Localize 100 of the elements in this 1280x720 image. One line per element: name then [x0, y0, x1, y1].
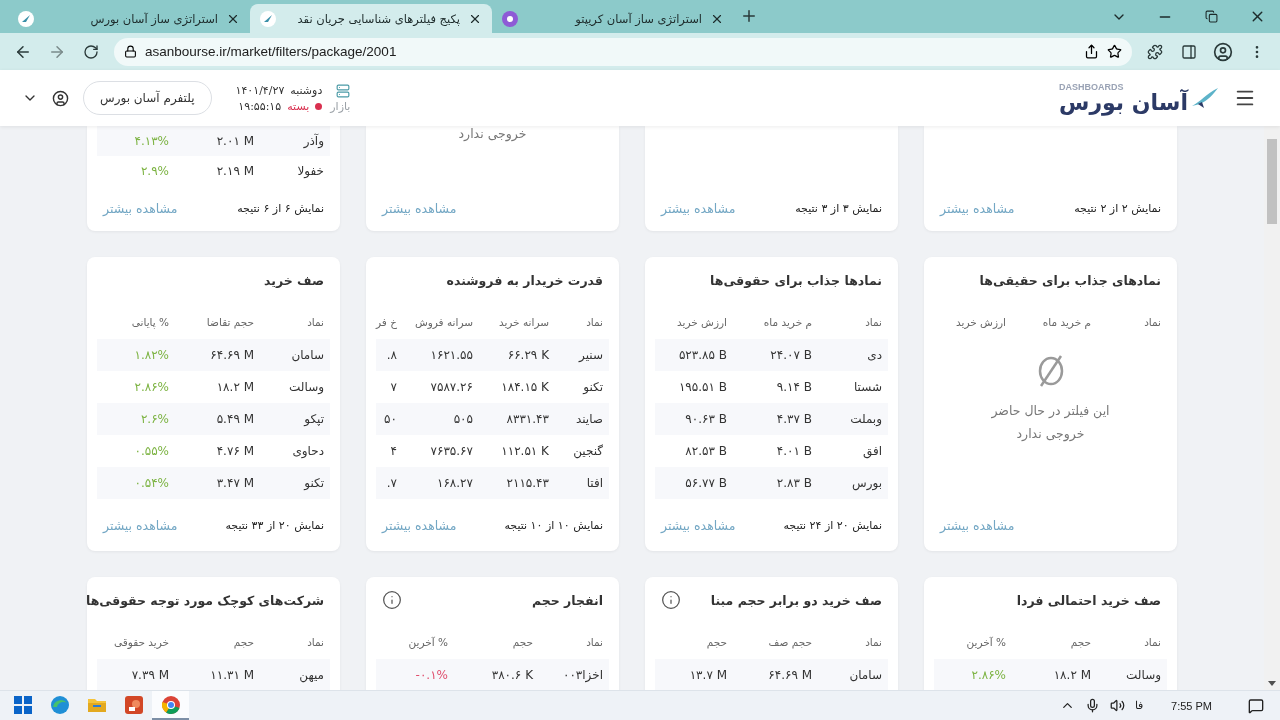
column-header: نماد: [864, 317, 883, 329]
address-bar[interactable]: asanbourse.ir/market/filters/package/2001: [114, 37, 1132, 66]
more-link[interactable]: مشاهده بیشتر: [103, 201, 178, 216]
notification-icon[interactable]: [1248, 697, 1264, 714]
site-logo-icon: [260, 10, 276, 27]
share-icon[interactable]: [1084, 44, 1099, 59]
column-header: % آخرین: [407, 637, 449, 649]
date: ۱۴۰۱/۴/۲۷: [235, 84, 285, 97]
table-cell-text: سامان: [848, 668, 883, 682]
card-title: نمادها جذاب برای حقوقی‌ها: [710, 272, 882, 288]
card-title: انفجار حجم: [531, 592, 603, 608]
windows-icon[interactable]: [13, 695, 32, 714]
browser-tab[interactable]: پکیج فیلترهای شناسایی جریان نقد: [250, 4, 492, 33]
taskbar-button[interactable]: [152, 691, 189, 720]
table-cell-text: ۹.۱۴ B: [775, 380, 813, 394]
more-link[interactable]: مشاهده بیشتر: [382, 517, 457, 533]
more-link[interactable]: مشاهده بیشتر: [382, 201, 457, 216]
column-header: ارزش خرید: [676, 317, 728, 329]
table-cell-text: ۸۳۳۱.۴۳: [505, 412, 550, 426]
more-link[interactable]: مشاهده بیشتر: [661, 517, 736, 533]
table-cell-text: بورس: [851, 476, 883, 490]
table-cell-text: گنجین: [572, 444, 604, 458]
table-cell-text: ۲.۸۳ B: [775, 476, 813, 490]
scrollbar[interactable]: [1264, 126, 1280, 690]
presentation-app-icon[interactable]: [123, 694, 144, 715]
table-cell-text: وآذر: [302, 134, 325, 148]
column-header: خ فر: [376, 317, 398, 329]
table-cell-text: ۴.۰۱ B: [775, 444, 813, 458]
table-cell-text: ۱۶۸.۲۷: [435, 476, 474, 490]
card-title: قدرت خریدار به فروشنده: [446, 272, 603, 288]
table-cell-text: ۵۰۵: [452, 412, 474, 426]
more-link[interactable]: مشاهده بیشتر: [661, 201, 736, 216]
sidebar-icon[interactable]: [1181, 43, 1197, 60]
table-cell-text: تپکو: [302, 412, 325, 426]
table-cell-text: سامان: [290, 348, 325, 362]
empty-message: خروجی ندارد: [458, 126, 527, 141]
table-cell-text: ۴.۳۷ B: [775, 412, 813, 426]
table-cell-text: ۲.۶%: [139, 412, 170, 426]
more-link[interactable]: مشاهده بیشتر: [940, 517, 1015, 533]
result-count: نمایش ۲۰ از ۳۳ نتیجه: [225, 518, 324, 532]
column-header: سرانه خرید: [497, 317, 550, 329]
table-cell-text: ۱۱.۳۱ M: [209, 668, 255, 682]
table-cell-text: ۰.۵۵%: [133, 444, 170, 458]
info-icon[interactable]: [661, 590, 681, 610]
browser-tab[interactable]: استراتژی ساز آسان کریپتو: [492, 4, 734, 33]
user-icon[interactable]: [52, 89, 69, 107]
microphone-icon[interactable]: [1085, 698, 1101, 713]
column-header: م خرید ماه: [762, 317, 813, 329]
column-header: % پایانی: [130, 317, 170, 329]
table-cell-text: ۶۶.۲۹ K: [506, 348, 550, 362]
browser-tab[interactable]: استراتژی ساز آسان بورس: [8, 4, 250, 33]
table-cell-text: ۲.۸۶%: [133, 380, 170, 394]
logo-tagline: DASHBOARDS: [1059, 82, 1124, 92]
result-count: نمایش ۲۰ از ۲۴ نتیجه: [783, 518, 882, 532]
column-header: حجم صف: [767, 637, 813, 649]
column-header: نماد: [585, 637, 604, 649]
table-cell-text: افتا: [585, 476, 604, 490]
column-header: ارزش خرید: [955, 317, 1007, 329]
column-header: نماد: [1143, 317, 1162, 329]
table-cell-text: ۳.۴۷ M: [215, 476, 255, 490]
table-cell-text: -۰.۱%: [414, 668, 449, 682]
empty-message: این فیلتر در حال حاضر: [991, 403, 1110, 418]
table-cell-text: .۷: [385, 476, 398, 490]
puzzle-icon[interactable]: [1147, 43, 1163, 60]
table-cell-text: ۱۱۲.۵۱ K: [500, 444, 550, 458]
table-cell-text: دی: [866, 348, 883, 362]
result-count: نمایش ۳ از ۳ نتیجه: [795, 202, 882, 215]
clock-time: ۱۹:۵۵:۱۵: [238, 99, 282, 113]
table-cell-text: ۷: [389, 380, 398, 394]
site-logo-icon: [502, 10, 518, 27]
star-icon[interactable]: [1107, 44, 1122, 59]
clock-time[interactable]: 7:55 PM: [1171, 699, 1212, 712]
more-link[interactable]: مشاهده بیشتر: [103, 517, 178, 533]
speaker-icon[interactable]: [1110, 698, 1126, 713]
table-cell-text: ۱۸۴.۱۵ K: [500, 380, 550, 394]
result-count: نمایش ۶ از ۶ نتیجه: [237, 202, 324, 215]
table-cell-text: ۴.۷۶ M: [215, 444, 255, 458]
column-header: خرید حقوقی: [112, 637, 170, 649]
table-cell-text: ۲۱۱۵.۴۳: [505, 476, 550, 490]
profile-icon[interactable]: [1213, 41, 1233, 62]
table-cell-text: ۱۸.۲ M: [215, 380, 255, 394]
column-header: م خرید ماه: [1041, 317, 1092, 329]
restore-icon[interactable]: [1204, 10, 1218, 23]
table-cell-text: ۸۲.۵۳ B: [684, 444, 728, 458]
reload-icon[interactable]: [83, 43, 99, 60]
table-cell-text: ۲۴.۰۷ B: [769, 348, 813, 362]
browser-icon[interactable]: [49, 694, 70, 715]
table-cell-text: تکنو: [581, 380, 604, 394]
new-tab-icon[interactable]: [740, 7, 758, 25]
card-title: نمادهای جذاب برای حقیقی‌ها: [979, 272, 1161, 288]
chrome-icon[interactable]: [160, 694, 181, 715]
platform-button[interactable]: پلتفرم آسان بورس: [83, 81, 212, 115]
table-cell-text: وسالت: [1125, 668, 1162, 682]
language-indicator[interactable]: فا: [1135, 699, 1144, 712]
result-count: نمایش ۲ از ۲ نتیجه: [1074, 202, 1161, 215]
card-title: صف خرید دو برابر حجم مبنا: [710, 592, 882, 608]
more-link[interactable]: مشاهده بیشتر: [940, 201, 1015, 216]
info-icon[interactable]: [382, 590, 402, 610]
table-cell-text: ۷۵۸۷.۲۶: [429, 380, 474, 394]
table-cell-text: صایند: [574, 412, 604, 426]
